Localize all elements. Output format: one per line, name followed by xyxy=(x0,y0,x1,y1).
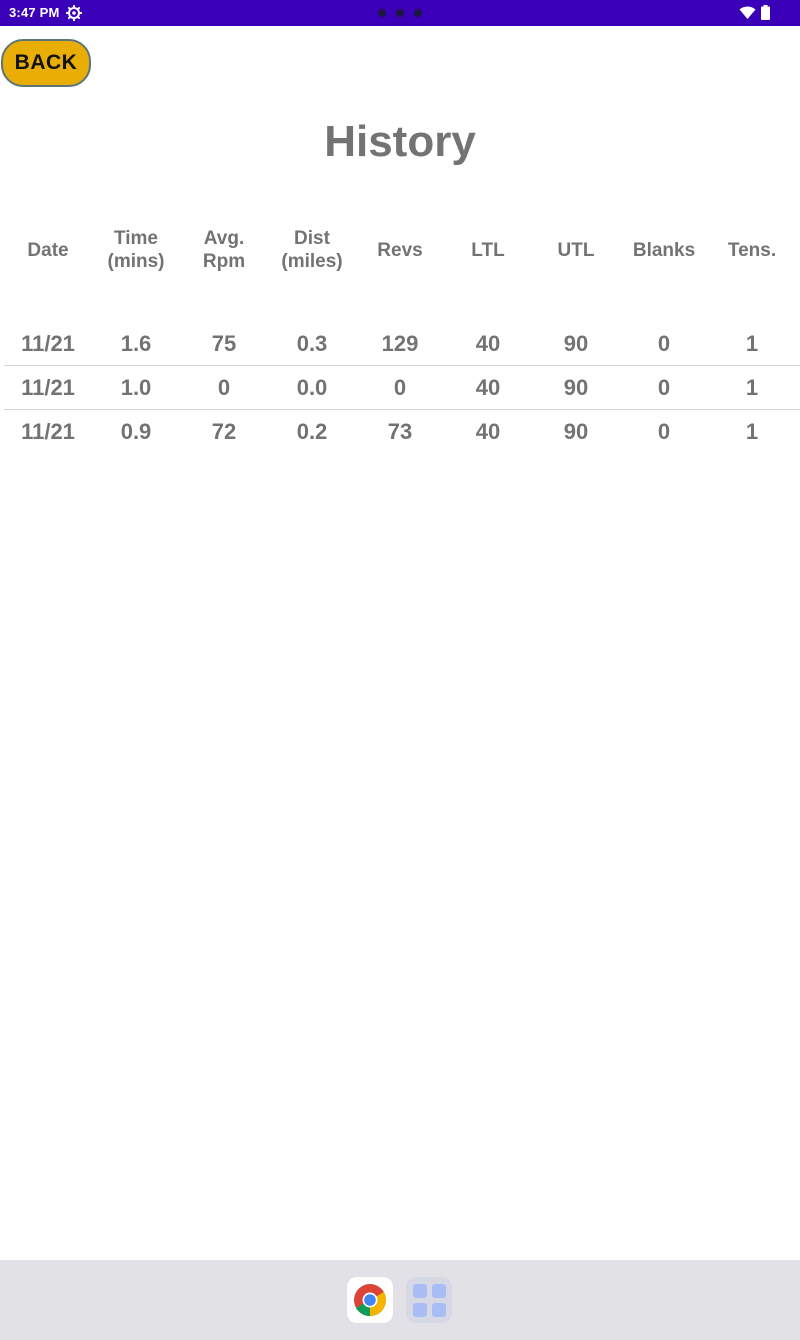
header-utl: UTL xyxy=(557,239,595,261)
app-drawer-icon[interactable] xyxy=(406,1277,452,1323)
cell-tens: 1 xyxy=(745,330,759,356)
header-revs: Revs xyxy=(377,239,423,261)
bottom-dock xyxy=(0,1260,800,1340)
cell-tens: 1 xyxy=(745,374,759,400)
header-tens: Tens. xyxy=(727,239,777,261)
table-row[interactable]: 11/21 1.6 75 0.3 129 40 90 0 1 xyxy=(4,322,800,366)
cell-avg-rpm: 0 xyxy=(217,374,231,400)
chrome-logo xyxy=(354,1284,386,1316)
cell-dist: 0.0 xyxy=(296,374,328,400)
header-ltl: LTL xyxy=(471,239,505,261)
battery-icon xyxy=(761,5,770,20)
header-dist: Dist (miles) xyxy=(281,228,343,272)
cell-time: 1.6 xyxy=(120,330,152,356)
table-header: Date Time (mins) Avg. Rpm Dist (miles) R… xyxy=(4,222,800,278)
header-time: Time (mins) xyxy=(107,228,165,272)
status-time: 3:47 PM xyxy=(9,5,60,20)
history-table: Date Time (mins) Avg. Rpm Dist (miles) R… xyxy=(4,222,800,453)
cell-avg-rpm: 75 xyxy=(211,330,237,356)
cell-revs: 0 xyxy=(393,374,407,400)
cell-dist: 0.3 xyxy=(296,330,328,356)
table-body: 11/21 1.6 75 0.3 129 40 90 0 1 11/21 1.0… xyxy=(4,322,800,453)
cell-ltl: 40 xyxy=(475,418,501,444)
page-title: History xyxy=(324,117,476,166)
cell-tens: 1 xyxy=(745,418,759,444)
header-blanks: Blanks xyxy=(632,239,696,261)
cell-ltl: 40 xyxy=(475,374,501,400)
cell-utl: 90 xyxy=(563,374,589,400)
more-dots-icon xyxy=(378,9,422,17)
cell-revs: 73 xyxy=(387,418,413,444)
cell-utl: 90 xyxy=(563,330,589,356)
cell-date: 11/21 xyxy=(21,330,75,356)
cell-blanks: 0 xyxy=(657,374,671,400)
table-row[interactable]: 11/21 0.9 72 0.2 73 40 90 0 1 xyxy=(4,410,800,453)
status-bar: 3:47 PM xyxy=(0,0,800,26)
wifi-icon xyxy=(739,6,756,20)
cell-date: 11/21 xyxy=(21,418,75,444)
cell-time: 0.9 xyxy=(120,418,152,444)
cell-revs: 129 xyxy=(381,330,419,356)
cell-dist: 0.2 xyxy=(296,418,328,444)
header-avg-rpm: Avg. Rpm xyxy=(202,228,246,272)
cell-avg-rpm: 72 xyxy=(211,418,237,444)
cell-ltl: 40 xyxy=(475,330,501,356)
header-date: Date xyxy=(27,239,69,261)
cell-blanks: 0 xyxy=(657,330,671,356)
cell-blanks: 0 xyxy=(657,418,671,444)
gear-icon xyxy=(66,5,82,21)
table-row[interactable]: 11/21 1.0 0 0.0 0 40 90 0 1 xyxy=(4,366,800,410)
cell-utl: 90 xyxy=(563,418,589,444)
chrome-icon[interactable] xyxy=(347,1277,393,1323)
cell-time: 1.0 xyxy=(120,374,152,400)
back-button[interactable]: BACK xyxy=(1,39,91,87)
cell-date: 11/21 xyxy=(21,374,75,400)
